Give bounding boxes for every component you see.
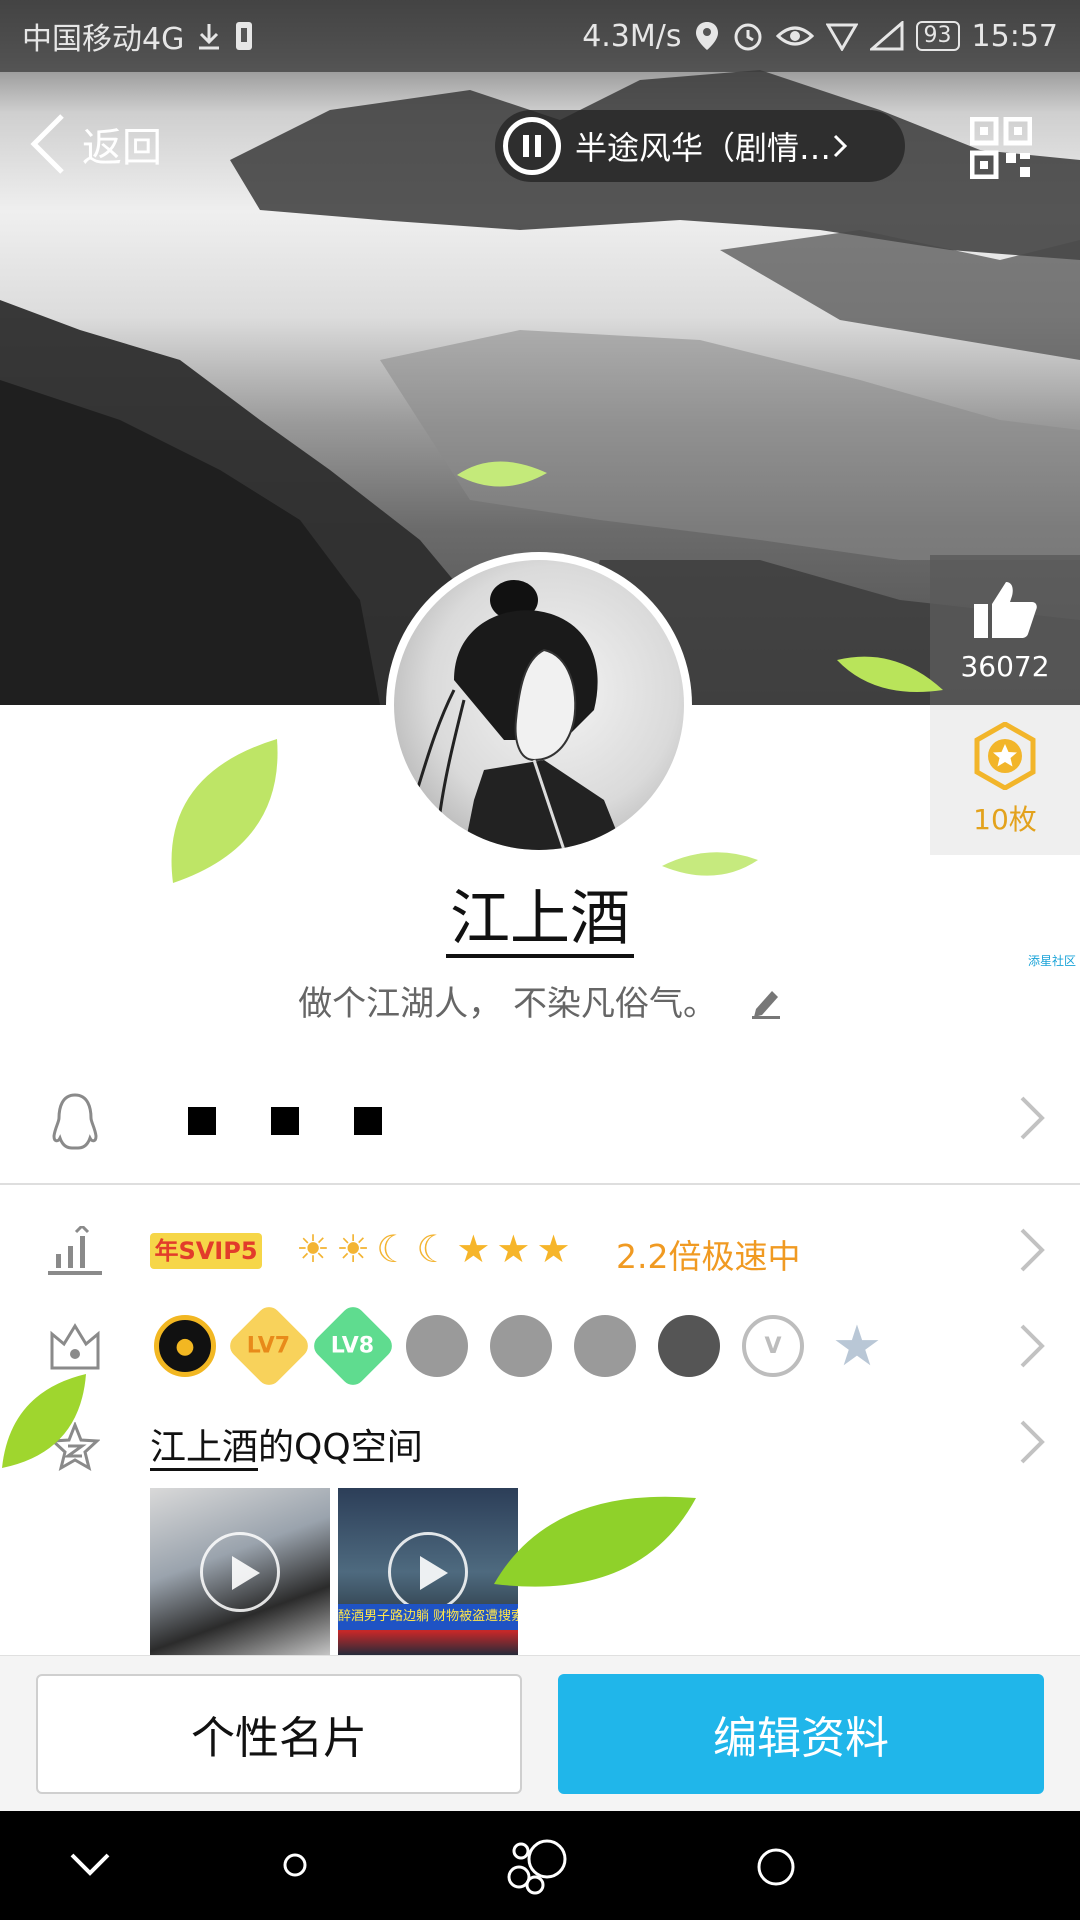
assistant-bubbles-icon[interactable] bbox=[505, 1837, 575, 1895]
qzone-title[interactable]: 江上酒的QQ空间 bbox=[150, 1418, 423, 1471]
moon-icon: ☾ bbox=[416, 1227, 451, 1271]
qq-penguin-icon bbox=[52, 1093, 98, 1150]
eye-icon bbox=[775, 26, 814, 46]
download-icon bbox=[199, 24, 220, 50]
avatar-image bbox=[394, 560, 684, 850]
qzone-thumbnails: 醉酒男子路边躺 财物被盗遭搜索 bbox=[150, 1488, 518, 1656]
likes-panel[interactable]: 36072 bbox=[930, 555, 1080, 705]
speed-text: 2.2倍极速中 bbox=[616, 1237, 801, 1276]
leaf-decoration bbox=[662, 852, 758, 876]
star-badge-icon[interactable]: ★ bbox=[826, 1314, 888, 1379]
star-icon: ★ bbox=[456, 1227, 491, 1271]
badge-list: ● LV7 LV8 V ★ bbox=[154, 1302, 888, 1390]
stars-panel[interactable]: 10枚 bbox=[930, 705, 1080, 855]
gray-penguin-icon[interactable] bbox=[490, 1315, 552, 1377]
clock: 15:57 bbox=[971, 18, 1058, 54]
personal-card-label: 个性名片 bbox=[191, 1713, 367, 1764]
qq-number-masked bbox=[188, 1107, 382, 1135]
sd-card-icon bbox=[236, 22, 253, 50]
status-bar: 中国移动4G 4.3M/s 93 15:57 bbox=[0, 0, 1080, 72]
leaf-decoration bbox=[171, 739, 278, 883]
stars-count: 10枚 bbox=[973, 803, 1037, 836]
battery-indicator: 93 bbox=[915, 21, 960, 51]
pause-icon[interactable] bbox=[503, 117, 561, 175]
leaf-decoration bbox=[837, 656, 943, 692]
chevron-right-icon bbox=[833, 134, 848, 158]
leaf-decoration bbox=[494, 1496, 696, 1587]
profile-page: 中国移动4G 4.3M/s 93 15:57 返回 半途风华（剧情… 36072… bbox=[0, 0, 1080, 1920]
edit-profile-button[interactable]: 编辑资料 bbox=[558, 1674, 1044, 1794]
music-title: 半途风华（剧情… bbox=[575, 129, 832, 167]
qq-penguin-crown-icon[interactable]: ● bbox=[154, 1315, 216, 1377]
nickname[interactable]: 江上酒 bbox=[0, 870, 1080, 958]
svip-badge: 年SVIP5 bbox=[150, 1233, 262, 1269]
signal-icon bbox=[869, 21, 904, 51]
qzone-suffix: 的QQ空间 bbox=[258, 1427, 423, 1468]
system-navigation-bar bbox=[0, 1811, 1080, 1920]
green-diamond-icon[interactable]: LV8 bbox=[309, 1302, 397, 1390]
likes-count: 36072 bbox=[960, 649, 1050, 683]
play-icon bbox=[200, 1532, 280, 1612]
qzone-owner: 江上酒 bbox=[150, 1427, 259, 1471]
level-chart-icon bbox=[48, 1226, 102, 1275]
edit-profile-label: 编辑资料 bbox=[713, 1713, 889, 1764]
edit-pencil-icon[interactable] bbox=[750, 985, 782, 1019]
chevron-right-icon bbox=[1020, 1096, 1045, 1140]
chevron-left-icon bbox=[30, 114, 64, 174]
location-icon bbox=[695, 22, 718, 50]
wifi-icon bbox=[825, 23, 858, 51]
recents-circle-icon[interactable] bbox=[754, 1845, 798, 1889]
watermark-text: 添星社区 bbox=[1028, 954, 1077, 968]
crown-icon bbox=[50, 1323, 100, 1370]
gray-penguin-icon[interactable] bbox=[406, 1315, 468, 1377]
chevron-right-icon bbox=[1020, 1420, 1045, 1464]
v-cloud-icon[interactable]: V bbox=[742, 1315, 804, 1377]
gold-diamond-icon[interactable]: LV7 bbox=[225, 1302, 313, 1390]
personal-card-button[interactable]: 个性名片 bbox=[36, 1674, 522, 1794]
star-icon: ★ bbox=[496, 1227, 531, 1271]
level-icons: ☀ ☀ ☾ ☾ ★ ★ ★ bbox=[296, 1229, 571, 1269]
hide-nav-chevron-icon[interactable] bbox=[68, 1845, 112, 1885]
music-player-pill[interactable]: 半途风华（剧情… bbox=[495, 110, 905, 182]
qr-code-icon[interactable] bbox=[970, 117, 1032, 179]
chevron-right-icon bbox=[1020, 1324, 1045, 1368]
back-button[interactable]: 返回 bbox=[28, 112, 162, 176]
alarm-icon bbox=[734, 23, 762, 51]
nickname-text: 江上酒 bbox=[446, 884, 634, 958]
leaf-decoration bbox=[457, 461, 547, 487]
avatar[interactable] bbox=[386, 552, 692, 858]
signature[interactable]: 做个江湖人， 不染凡俗气。 bbox=[0, 976, 1080, 1025]
carrier-label: 中国移动4G bbox=[22, 22, 185, 57]
network-speed: 4.3M/s bbox=[582, 18, 682, 54]
sun-icon: ☀ bbox=[336, 1227, 371, 1271]
moon-icon: ☾ bbox=[376, 1227, 411, 1271]
sun-icon: ☀ bbox=[296, 1227, 331, 1271]
video-thumbnail[interactable] bbox=[150, 1488, 330, 1656]
play-icon bbox=[388, 1532, 468, 1612]
leaf-decoration bbox=[2, 1374, 86, 1468]
star-medal-icon bbox=[974, 722, 1036, 790]
divider bbox=[0, 1183, 1080, 1185]
thumbs-up-icon bbox=[974, 581, 1037, 638]
chevron-right-icon bbox=[1020, 1228, 1045, 1272]
back-label: 返回 bbox=[82, 125, 162, 171]
gray-penguin-icon[interactable] bbox=[574, 1315, 636, 1377]
signature-text: 做个江湖人， 不染凡俗气。 bbox=[298, 984, 717, 1024]
star-icon: ★ bbox=[536, 1227, 571, 1271]
home-dot-icon[interactable] bbox=[280, 1845, 310, 1885]
dark-penguin-crown-icon[interactable] bbox=[658, 1315, 720, 1377]
video-caption: 醉酒男子路边躺 财物被盗遭搜索 bbox=[338, 1604, 518, 1630]
